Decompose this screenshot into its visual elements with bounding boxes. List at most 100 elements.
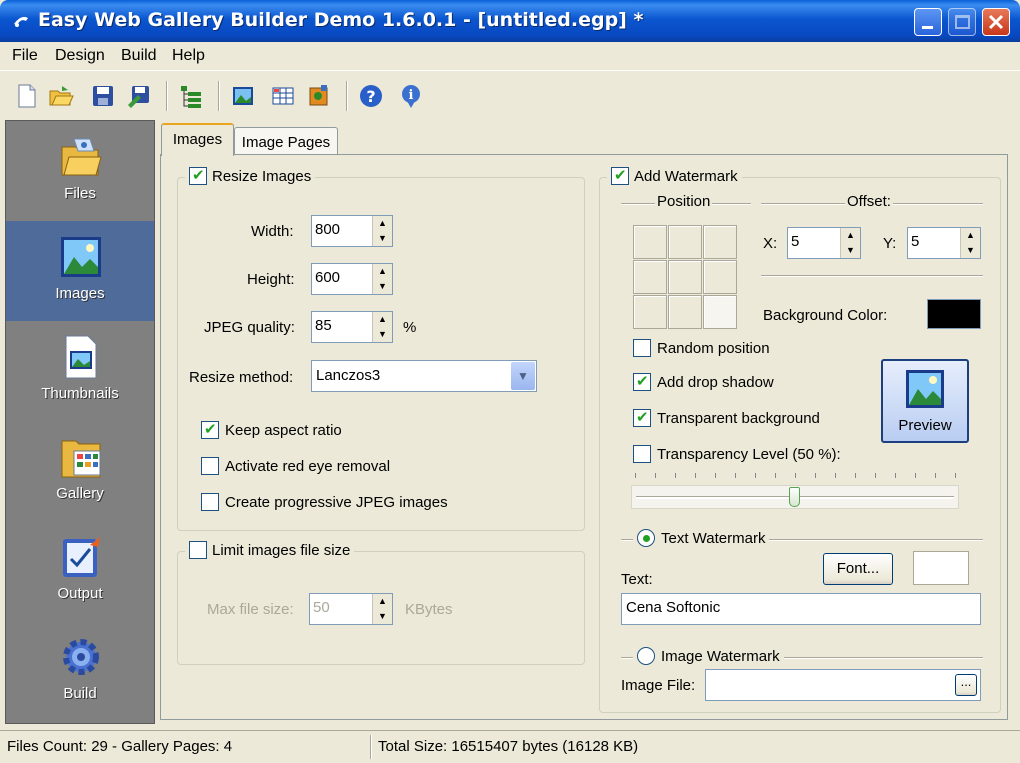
menu-build[interactable]: Build bbox=[121, 47, 157, 65]
offset-y-value[interactable]: 5 bbox=[908, 228, 960, 258]
browse-button[interactable]: ... bbox=[955, 674, 977, 696]
window-title: Easy Web Gallery Builder Demo 1.6.0.1 - … bbox=[38, 9, 644, 31]
close-button[interactable] bbox=[982, 8, 1010, 36]
position-middle-left[interactable] bbox=[633, 260, 667, 294]
tab-image-pages[interactable]: Image Pages bbox=[234, 127, 338, 157]
height-label: Height: bbox=[247, 271, 295, 288]
font-color-swatch[interactable] bbox=[913, 551, 969, 585]
position-bottom-right[interactable] bbox=[703, 295, 737, 329]
width-spinner[interactable]: 800 ▲ ▼ bbox=[311, 215, 393, 247]
sidebar-item-build[interactable]: Build bbox=[6, 621, 154, 721]
transparency-slider[interactable] bbox=[631, 485, 959, 509]
sidebar-item-images[interactable]: Images bbox=[6, 221, 154, 321]
width-spin-arrows[interactable]: ▲ ▼ bbox=[372, 216, 392, 246]
resize-images-checkbox[interactable] bbox=[189, 166, 207, 185]
menu-help[interactable]: Help bbox=[172, 47, 205, 65]
new-icon[interactable] bbox=[14, 83, 40, 109]
transparency-level-row[interactable]: Transparency Level (50 %): bbox=[633, 445, 841, 463]
title-bar: Easy Web Gallery Builder Demo 1.6.0.1 - … bbox=[0, 0, 1020, 42]
save-as-icon[interactable] bbox=[126, 83, 152, 109]
image-file-input[interactable] bbox=[705, 669, 981, 701]
position-middle-right[interactable] bbox=[703, 260, 737, 294]
offset-x-spinner[interactable]: 5 ▲ ▼ bbox=[787, 227, 861, 259]
gear-icon bbox=[60, 635, 102, 679]
progressive-row[interactable]: Create progressive JPEG images bbox=[201, 493, 448, 511]
background-color-swatch[interactable] bbox=[927, 299, 981, 329]
font-button[interactable]: Font... bbox=[823, 553, 893, 585]
red-eye-row[interactable]: Activate red eye removal bbox=[201, 457, 390, 475]
chevron-down-icon[interactable]: ▼ bbox=[511, 362, 535, 390]
offset-y-spinner[interactable]: 5 ▲ ▼ bbox=[907, 227, 981, 259]
resize-method-select[interactable]: Lanczos3 ▼ bbox=[311, 360, 537, 392]
position-top-center[interactable] bbox=[668, 225, 702, 259]
jpeg-quality-spinner[interactable]: 85 ▲ ▼ bbox=[311, 311, 393, 343]
max-file-size-value[interactable]: 50 bbox=[310, 594, 372, 624]
watermark-text-input[interactable]: Cena Softonic bbox=[621, 593, 981, 625]
tab-images[interactable]: Images bbox=[161, 123, 234, 156]
open-icon[interactable] bbox=[48, 83, 74, 109]
image-icon[interactable] bbox=[230, 83, 256, 109]
offset-x-value[interactable]: 5 bbox=[788, 228, 840, 258]
image-watermark-radio[interactable] bbox=[637, 647, 655, 665]
transparency-slider-thumb[interactable] bbox=[789, 487, 800, 507]
position-bottom-center[interactable] bbox=[668, 295, 702, 329]
text-watermark-radio[interactable] bbox=[637, 529, 655, 547]
height-spin-arrows[interactable]: ▲ ▼ bbox=[372, 264, 392, 294]
random-position-checkbox[interactable] bbox=[633, 339, 651, 357]
limit-file-size-checkbox[interactable] bbox=[189, 541, 207, 559]
plugin-icon[interactable] bbox=[306, 83, 332, 109]
resize-method-label: Resize method: bbox=[189, 369, 294, 386]
sidebar-item-output[interactable]: Output bbox=[6, 521, 154, 621]
save-icon[interactable] bbox=[90, 83, 116, 109]
red-eye-label: Activate red eye removal bbox=[225, 457, 391, 475]
height-value[interactable]: 600 bbox=[312, 264, 372, 294]
position-middle-center[interactable] bbox=[668, 260, 702, 294]
preview-button[interactable]: Preview bbox=[881, 359, 969, 443]
transparent-bg-row[interactable]: Transparent background bbox=[633, 408, 820, 427]
watermark-legend[interactable]: Add Watermark bbox=[607, 166, 742, 185]
resize-images-legend[interactable]: Resize Images bbox=[185, 166, 316, 185]
offset-y-spin-arrows[interactable]: ▲ ▼ bbox=[960, 228, 980, 258]
jpeg-spin-arrows[interactable]: ▲ ▼ bbox=[372, 312, 392, 342]
keep-aspect-row[interactable]: Keep aspect ratio bbox=[201, 420, 342, 439]
menu-design[interactable]: Design bbox=[55, 47, 105, 65]
random-position-row[interactable]: Random position bbox=[633, 339, 770, 357]
position-bottom-left[interactable] bbox=[633, 295, 667, 329]
info-icon[interactable]: i bbox=[398, 83, 424, 109]
height-spinner[interactable]: 600 ▲ ▼ bbox=[311, 263, 393, 295]
offset-x-label: X: bbox=[763, 235, 778, 252]
drop-shadow-row[interactable]: Add drop shadow bbox=[633, 372, 774, 391]
status-bar: Files Count: 29 - Gallery Pages: 4 Total… bbox=[0, 730, 1020, 763]
menu-file[interactable]: File bbox=[12, 47, 38, 65]
drop-shadow-checkbox[interactable] bbox=[633, 372, 651, 391]
sidebar-item-thumbnails[interactable]: Thumbnails bbox=[6, 321, 154, 421]
minimize-button[interactable] bbox=[914, 8, 942, 36]
position-top-left[interactable] bbox=[633, 225, 667, 259]
progressive-checkbox[interactable] bbox=[201, 493, 219, 511]
keep-aspect-checkbox[interactable] bbox=[201, 420, 219, 439]
sidebar-item-files[interactable]: Files bbox=[6, 121, 154, 221]
red-eye-checkbox[interactable] bbox=[201, 457, 219, 475]
add-watermark-checkbox[interactable] bbox=[611, 166, 629, 185]
max-file-size-spinner[interactable]: 50 ▲ ▼ bbox=[309, 593, 393, 625]
transparent-bg-checkbox[interactable] bbox=[633, 408, 651, 427]
keep-aspect-label: Keep aspect ratio bbox=[225, 421, 342, 439]
jpeg-quality-value[interactable]: 85 bbox=[312, 312, 372, 342]
drop-shadow-label: Add drop shadow bbox=[657, 373, 774, 391]
tree-icon[interactable] bbox=[178, 83, 204, 109]
position-top-right[interactable] bbox=[703, 225, 737, 259]
max-file-size-spin-arrows[interactable]: ▲ ▼ bbox=[372, 594, 392, 624]
bg-color-separator bbox=[761, 275, 983, 277]
sidebar-item-gallery[interactable]: Gallery bbox=[6, 421, 154, 521]
gallery-icon bbox=[60, 435, 102, 479]
width-value[interactable]: 800 bbox=[312, 216, 372, 246]
text-watermark-row[interactable]: Text Watermark bbox=[633, 529, 770, 547]
help-icon[interactable]: ? bbox=[358, 83, 384, 109]
slider-tick bbox=[795, 473, 796, 478]
table-icon[interactable] bbox=[270, 83, 296, 109]
image-watermark-row[interactable]: Image Watermark bbox=[633, 647, 784, 665]
offset-x-spin-arrows[interactable]: ▲ ▼ bbox=[840, 228, 860, 258]
limit-file-size-legend[interactable]: Limit images file size bbox=[185, 541, 355, 559]
maximize-button[interactable] bbox=[948, 8, 976, 36]
transparency-level-checkbox[interactable] bbox=[633, 445, 651, 463]
